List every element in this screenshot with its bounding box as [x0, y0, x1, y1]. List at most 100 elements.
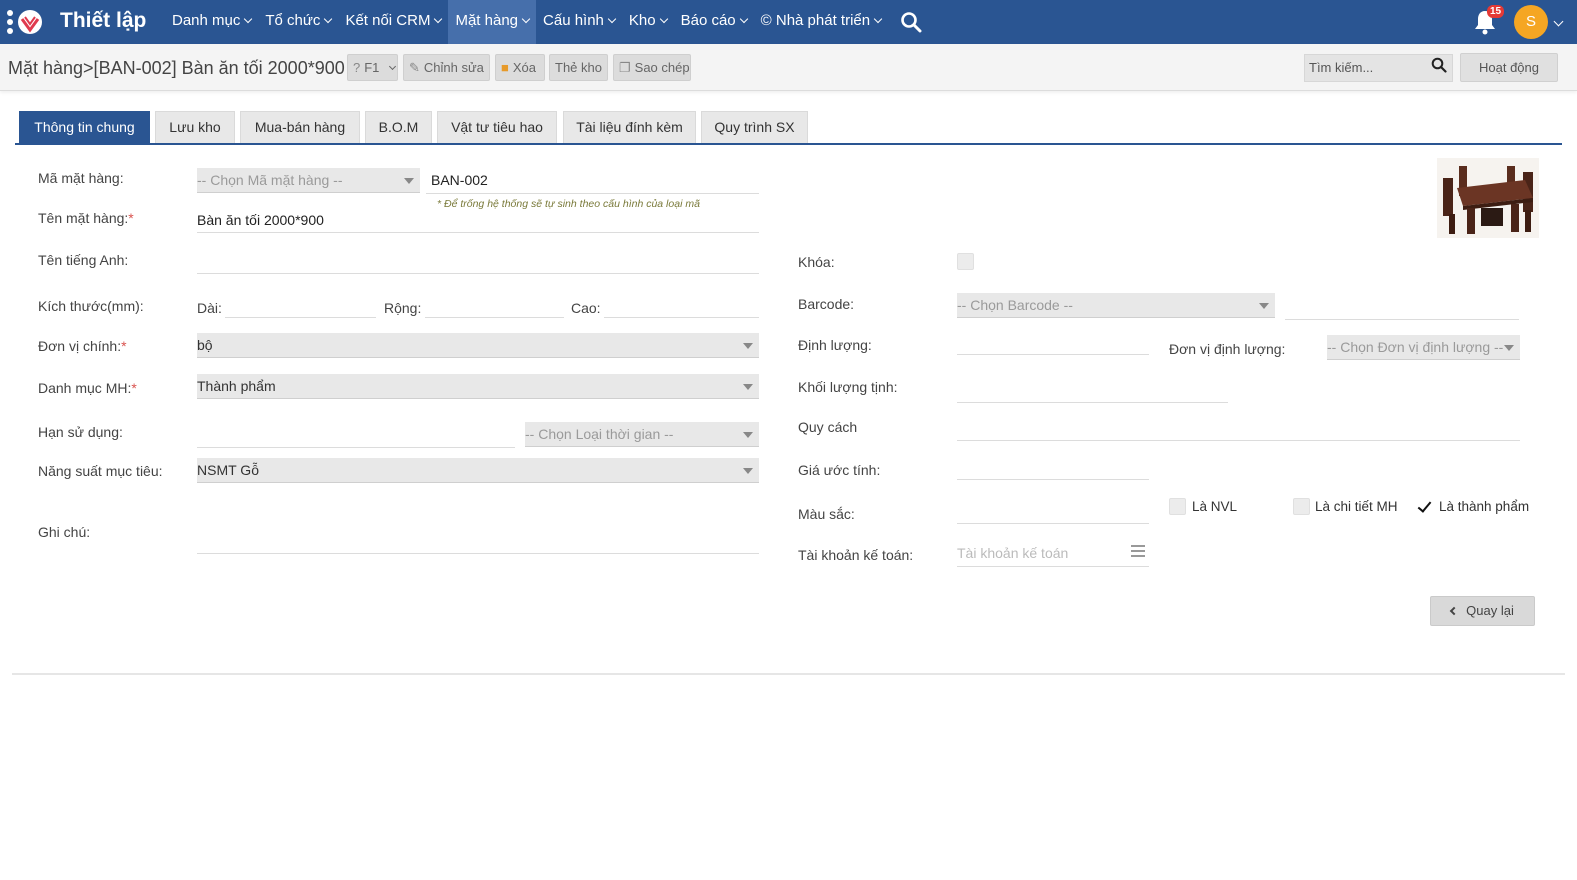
- delete-label: Xóa: [512, 60, 536, 75]
- unit-select[interactable]: bộ: [197, 333, 759, 358]
- tab-luu-kho[interactable]: Lưu kho: [155, 111, 235, 143]
- menu-to-chuc[interactable]: Tổ chức: [258, 0, 338, 44]
- trash-icon: ■: [501, 60, 509, 75]
- category-select-value: Thành phẩm: [197, 378, 276, 394]
- time-type-placeholder: -- Chọn Loại thời gian --: [525, 426, 674, 442]
- activity-button[interactable]: Hoạt động: [1460, 53, 1558, 82]
- barcode-select[interactable]: -- Chọn Barcode --: [957, 293, 1275, 318]
- menu-kho[interactable]: Kho: [622, 0, 674, 44]
- name-field[interactable]: Bàn ăn tối 2000*900: [197, 212, 324, 228]
- divider: [12, 673, 1565, 675]
- app-logo-icon[interactable]: [6, 6, 44, 38]
- menu-cau-hinh[interactable]: Cấu hình: [536, 0, 622, 44]
- menu-mat-hang[interactable]: Mặt hàng: [448, 0, 537, 44]
- code-label: Mã mặt hàng:: [38, 170, 124, 186]
- chevron-down-icon: [434, 14, 443, 24]
- code-select[interactable]: -- Chọn Mã mặt hàng --: [197, 168, 420, 193]
- breadcrumb: Mặt hàng>[BAN-002] Bàn ăn tối 2000*900: [8, 58, 345, 78]
- is-finished-checkbox[interactable]: [1416, 498, 1433, 515]
- note-label: Ghi chú:: [38, 524, 91, 540]
- net-weight-label: Khối lượng tịnh:: [798, 379, 898, 395]
- category-select[interactable]: Thành phẩm: [197, 374, 759, 399]
- edit-button[interactable]: ✎ Chỉnh sửa: [403, 54, 490, 81]
- target-capacity-select[interactable]: NSMT Gỗ: [197, 458, 759, 483]
- english-name-field[interactable]: [197, 273, 759, 274]
- time-type-select[interactable]: -- Chọn Loại thời gian --: [525, 422, 759, 447]
- menu-bao-cao[interactable]: Báo cáo: [674, 0, 754, 44]
- target-capacity-value: NSMT Gỗ: [197, 462, 259, 478]
- barcode-field[interactable]: [1285, 319, 1519, 320]
- product-image[interactable]: [1437, 158, 1539, 238]
- color-field[interactable]: [957, 523, 1149, 524]
- dropdown-arrow-icon: [1504, 345, 1514, 351]
- search-icon[interactable]: [900, 11, 922, 33]
- chevron-down-icon: [521, 14, 531, 24]
- menu-nha-phat-trien[interactable]: © Nhà phát triển: [754, 0, 888, 44]
- copy-button[interactable]: ❐ Sao chép: [613, 54, 691, 81]
- edit-icon: ✎: [409, 60, 420, 75]
- list-icon[interactable]: [1131, 545, 1145, 557]
- menu-label: Kho: [628, 12, 656, 29]
- tab-tai-lieu-dinh-kem[interactable]: Tài liệu đính kèm: [563, 111, 696, 143]
- dropdown-arrow-icon: [743, 384, 753, 390]
- back-label: Quay lại: [1466, 603, 1514, 618]
- expiry-field[interactable]: [197, 447, 515, 448]
- unit-label: Đơn vị chính:*: [38, 338, 127, 354]
- chevron-down-icon: [873, 14, 883, 24]
- menu-label: Kết nối CRM: [345, 12, 431, 29]
- chevron-down-icon: [739, 14, 748, 24]
- chevron-left-icon: [1449, 606, 1459, 616]
- avatar[interactable]: S: [1514, 5, 1548, 39]
- english-name-label: Tên tiếng Anh:: [38, 252, 129, 268]
- name-underline: [197, 232, 759, 233]
- search-icon[interactable]: [1431, 57, 1447, 73]
- is-material-checkbox[interactable]: [1169, 498, 1186, 515]
- code-field[interactable]: BAN-002: [431, 172, 488, 188]
- tab-mua-ban-hang[interactable]: Mua-bán hàng: [240, 111, 360, 143]
- quantity-unit-select[interactable]: -- Chọn Đơn vị định lượng --: [1327, 335, 1520, 360]
- barcode-label: Barcode:: [798, 296, 855, 312]
- chevron-down-icon: [244, 14, 253, 24]
- lock-label: Khóa:: [798, 254, 835, 270]
- is-material-label: Là NVL: [1192, 499, 1238, 514]
- tab-quy-trinh-sx[interactable]: Quy trình SX: [701, 111, 808, 143]
- lock-checkbox[interactable]: [957, 253, 974, 270]
- dropdown-arrow-icon: [404, 178, 414, 184]
- stock-card-label: Thẻ kho: [555, 60, 602, 75]
- chevron-down-icon[interactable]: [1553, 16, 1564, 27]
- back-button[interactable]: Quay lại: [1430, 596, 1535, 626]
- account-field[interactable]: Tài khoản kế toán: [957, 545, 1068, 561]
- expiry-label: Hạn sử dụng:: [38, 424, 123, 440]
- code-select-placeholder: -- Chọn Mã mặt hàng --: [197, 172, 343, 188]
- width-field[interactable]: [425, 317, 564, 318]
- barcode-placeholder: -- Chọn Barcode --: [957, 297, 1073, 313]
- question-icon: ?: [353, 60, 361, 75]
- required-asterisk: *: [131, 380, 137, 396]
- quantity-field[interactable]: [957, 354, 1149, 355]
- tab-thong-tin-chung[interactable]: Thông tin chung: [19, 111, 150, 143]
- copy-icon: ❐: [619, 60, 631, 75]
- dropdown-arrow-icon: [743, 468, 753, 474]
- menu-label: Cấu hình: [543, 12, 604, 29]
- chevron-down-icon: [659, 14, 668, 24]
- note-field[interactable]: [197, 553, 759, 554]
- length-field[interactable]: [225, 317, 376, 318]
- menu-danh-muc[interactable]: Danh mục: [165, 0, 258, 44]
- tab-vat-tu-tieu-hao[interactable]: Vật tư tiêu hao: [437, 111, 557, 143]
- help-button[interactable]: ? F1: [347, 54, 398, 81]
- net-weight-field[interactable]: [957, 402, 1228, 403]
- menu-ket-noi-crm[interactable]: Kết nối CRM: [338, 0, 448, 44]
- unit-select-value: bộ: [197, 337, 213, 353]
- height-field[interactable]: [604, 317, 759, 318]
- app-title[interactable]: Thiết lập: [60, 9, 146, 33]
- edit-label: Chỉnh sửa: [423, 60, 484, 75]
- delete-button[interactable]: ■ Xóa: [495, 54, 545, 81]
- main-menu: Danh mục Tổ chức Kết nối CRM Mặt hàng Cấ…: [165, 0, 888, 44]
- unit-label-text: Đơn vị chính:: [38, 338, 122, 354]
- is-component-checkbox[interactable]: [1293, 498, 1310, 515]
- spec-field[interactable]: [957, 440, 1520, 441]
- tab-bom[interactable]: B.O.M: [365, 111, 432, 143]
- estimated-price-field[interactable]: [957, 479, 1149, 480]
- menu-label: © Nhà phát triển: [760, 12, 871, 29]
- stock-card-button[interactable]: Thẻ kho: [549, 54, 608, 81]
